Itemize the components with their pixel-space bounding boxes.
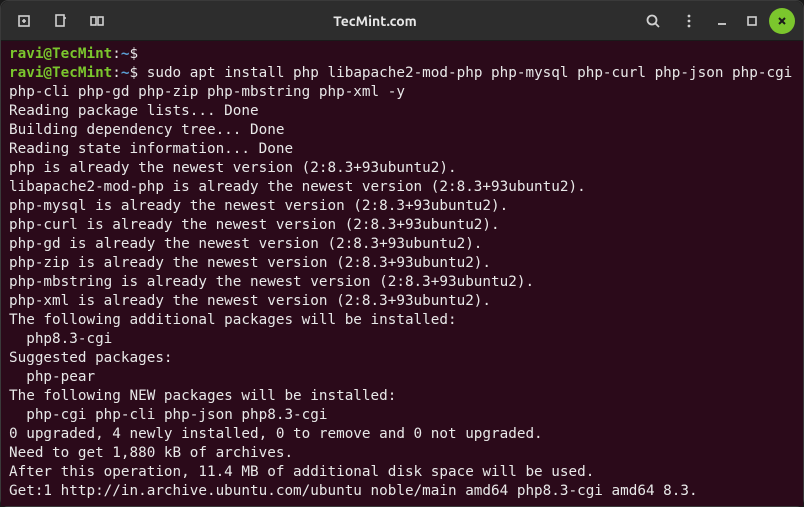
prompt-user-host: ravi@TecMint <box>9 65 112 81</box>
terminal-output-line: Reading package lists... Done <box>9 102 795 121</box>
titlebar-left-controls <box>9 5 113 37</box>
titlebar-right-controls <box>637 5 795 37</box>
window-titlebar: TecMint.com <box>1 1 803 41</box>
new-window-button[interactable] <box>45 5 77 37</box>
terminal-output-line: The following NEW packages will be insta… <box>9 387 795 406</box>
terminal-output-line: Building dependency tree... Done <box>9 121 795 140</box>
maximize-button[interactable] <box>739 8 765 34</box>
terminal-output-line: 0 upgraded, 4 newly installed, 0 to remo… <box>9 425 795 444</box>
terminal-output-line: Reading state information... Done <box>9 140 795 159</box>
terminal-output-line: php-zip is already the newest version (2… <box>9 254 795 273</box>
terminal-viewport[interactable]: ravi@TecMint:~$ ravi@TecMint:~$ sudo apt… <box>1 41 803 506</box>
prompt-dollar: $ <box>130 65 139 81</box>
prompt-dollar: $ <box>130 46 139 62</box>
terminal-output-line: php8.3-cgi <box>9 330 795 349</box>
terminal-output-line: php-gd is already the newest version (2:… <box>9 235 795 254</box>
window-title: TecMint.com <box>113 13 637 29</box>
terminal-output-line: php-pear <box>9 368 795 387</box>
terminal-output-line: Suggested packages: <box>9 349 795 368</box>
terminal-output-line: php is already the newest version (2:8.3… <box>9 159 795 178</box>
terminal-output-line: php-xml is already the newest version (2… <box>9 292 795 311</box>
terminal-output-line: libapache2-mod-php is already the newest… <box>9 178 795 197</box>
terminal-output-line: php-mbstring is already the newest versi… <box>9 273 795 292</box>
close-button[interactable] <box>769 8 795 34</box>
terminal-output-line: Need to get 1,880 kB of archives. <box>9 444 795 463</box>
menu-button[interactable] <box>673 5 705 37</box>
terminal-output-line: Get:1 http://in.archive.ubuntu.com/ubunt… <box>9 482 795 501</box>
prompt-path: ~ <box>121 46 130 62</box>
prompt-path: ~ <box>121 65 130 81</box>
split-view-button[interactable] <box>81 5 113 37</box>
terminal-output-line: After this operation, 11.4 MB of additio… <box>9 463 795 482</box>
minimize-button[interactable] <box>709 8 735 34</box>
new-tab-button[interactable] <box>9 5 41 37</box>
terminal-output-line: The following additional packages will b… <box>9 311 795 330</box>
search-button[interactable] <box>637 5 669 37</box>
prompt-sep: : <box>112 65 121 81</box>
terminal-output-line: php-mysql is already the newest version … <box>9 197 795 216</box>
terminal-output: Reading package lists... DoneBuilding de… <box>9 102 795 501</box>
terminal-output-line: php-curl is already the newest version (… <box>9 216 795 235</box>
prompt-sep: : <box>112 46 121 62</box>
terminal-output-line: php-cgi php-cli php-json php8.3-cgi <box>9 406 795 425</box>
prompt-user-host: ravi@TecMint <box>9 46 112 62</box>
